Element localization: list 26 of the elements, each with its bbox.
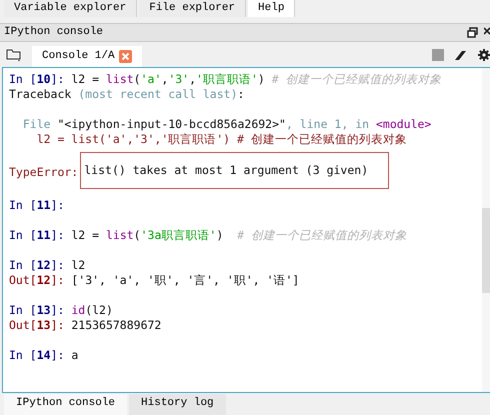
console-line: In [11]: l2 = list('3a职言职语') # 创建一个已经赋值的列表对象: [9, 228, 408, 243]
console-line: Traceback (most recent call last):: [9, 86, 246, 102]
console-line: Out[13]: 2153657889672: [9, 318, 162, 333]
folder-icon[interactable]: [6, 48, 22, 62]
close-icon[interactable]: [484, 27, 490, 38]
dock-tab[interactable]: History log: [129, 394, 226, 415]
settings-icon[interactable]: [478, 48, 490, 61]
dock-tab[interactable]: IPython console: [4, 394, 128, 415]
console-line: In [14]: a: [9, 348, 80, 363]
console-line: l2 = list('a','3','职言职语') # 创建一个已经赋值的列表对象: [36, 132, 408, 147]
console-line: In [13]: id(l2): [9, 302, 114, 318]
eraser-icon[interactable]: [454, 48, 468, 61]
dock-tab[interactable]: File explorer: [139, 0, 246, 17]
dock-tab[interactable]: Variable explorer: [4, 0, 138, 17]
error-message: list() takes at most 1 argument (3 given): [80, 152, 390, 189]
console-line: In [12]: l2: [9, 258, 86, 273]
scrollbar[interactable]: [482, 68, 490, 392]
console-line: File "<ipython-input-10-bccd856a2692>", line 1, in <module>: [22, 116, 432, 132]
undock-icon[interactable]: [467, 26, 478, 38]
pane-title: IPython console: [4, 26, 104, 38]
console-line: Out[12]: ['3', 'a', '职', '言', '职', '语']: [9, 272, 300, 288]
console-line: In [11]:: [9, 198, 66, 213]
dock-tab[interactable]: Help: [248, 0, 296, 17]
console-tab[interactable]: Console 1/A: [32, 46, 142, 67]
error-label: TypeError:: [9, 164, 78, 180]
console-line: In [10]: l2 = list('a','3','职言职语') # 创建一个已经赋值的列表对象: [9, 72, 443, 87]
